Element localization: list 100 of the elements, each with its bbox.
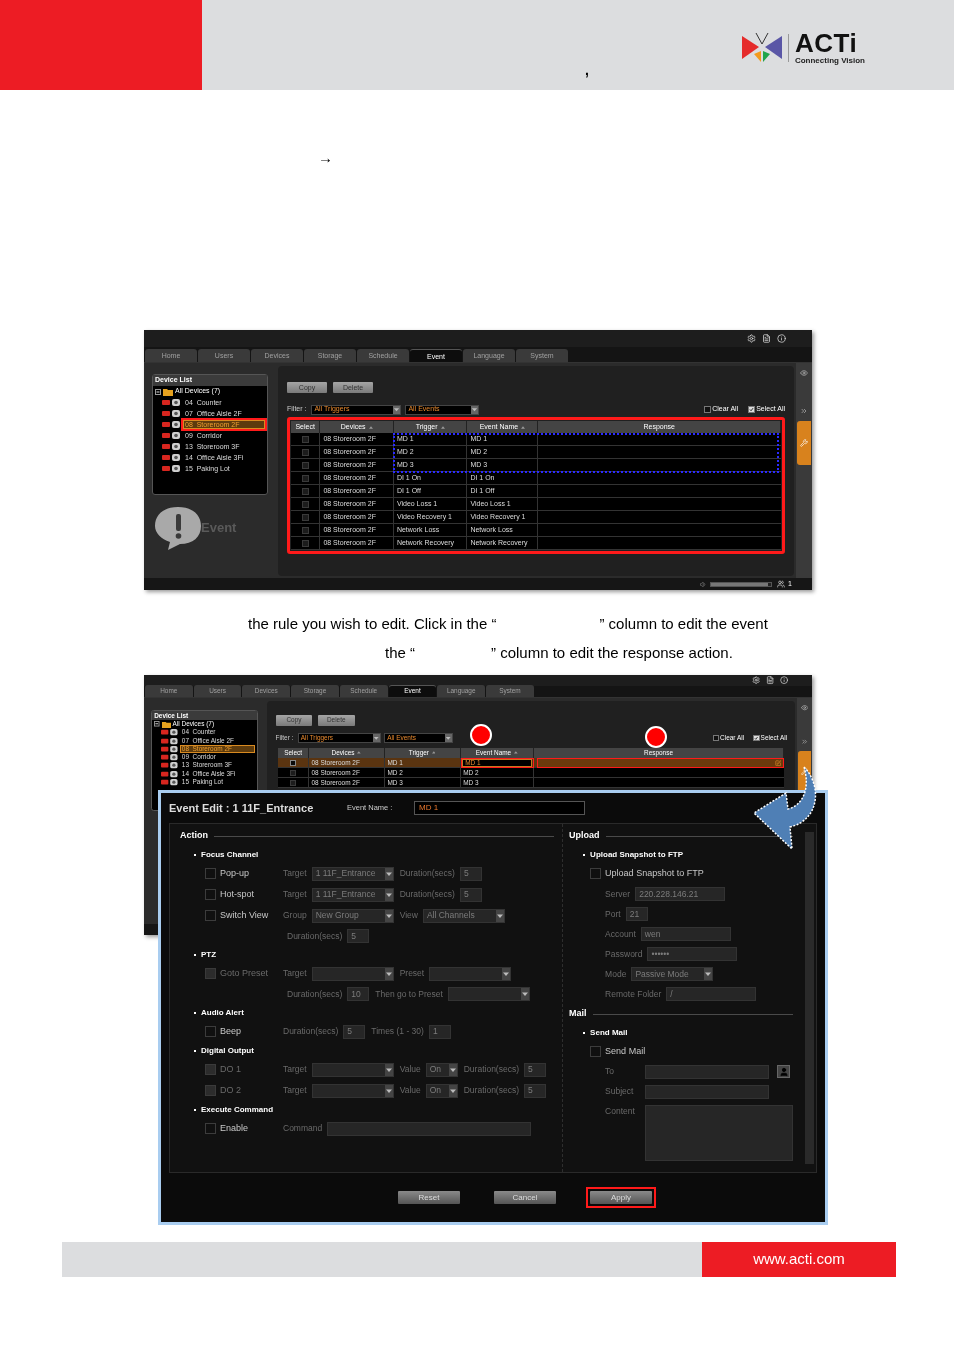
settings-icon[interactable]: [747, 334, 756, 343]
checkbox[interactable]: [704, 406, 712, 413]
dropdown[interactable]: 1 11F_Entrance: [311, 887, 394, 902]
number-field[interactable]: 21: [625, 907, 648, 921]
dropdown[interactable]: [311, 966, 394, 981]
number-field[interactable]: 1: [428, 1024, 451, 1039]
row-checkbox[interactable]: [289, 769, 297, 777]
text-field[interactable]: [645, 1085, 770, 1099]
document-icon[interactable]: [762, 334, 771, 343]
text-field[interactable]: wen: [640, 927, 731, 941]
field-label: Value: [399, 1084, 421, 1097]
row-checkbox[interactable]: [301, 500, 309, 508]
field-label: Value: [399, 1063, 421, 1076]
checkbox[interactable]: [205, 1026, 216, 1037]
option-label[interactable]: Upload Snapshot to FTP: [605, 866, 704, 881]
group-title: Execute Command: [201, 1103, 274, 1116]
dropdown[interactable]: [311, 1062, 394, 1077]
checkbox[interactable]: [205, 910, 216, 921]
collapse-icon[interactable]: [155, 388, 161, 395]
response-cell[interactable]: [536, 757, 785, 769]
dropdown[interactable]: [429, 966, 512, 981]
recording-camera-icon: [160, 761, 179, 770]
field-label: Duration(secs): [399, 867, 455, 880]
row-checkbox[interactable]: [301, 487, 309, 495]
dialog-button[interactable]: Reset: [398, 1191, 460, 1204]
field-label: Duration(secs): [399, 888, 455, 901]
checkbox[interactable]: [712, 734, 720, 742]
field-label: Duration(secs): [287, 987, 343, 1001]
recording-camera-icon: [162, 398, 182, 407]
contact-button[interactable]: [777, 1065, 791, 1078]
number-field[interactable]: 5: [347, 929, 370, 943]
recording-camera-icon: [162, 409, 182, 418]
text-field[interactable]: /: [666, 987, 757, 1001]
event-name-field[interactable]: MD 1: [414, 801, 585, 815]
field-label: Target: [283, 967, 307, 980]
option-label[interactable]: Switch View: [220, 908, 283, 923]
text-field[interactable]: [327, 1121, 532, 1136]
field-label: Target: [283, 1084, 307, 1097]
dropdown[interactable]: New Group: [311, 908, 394, 923]
scrollbar[interactable]: [805, 832, 814, 1164]
dropdown[interactable]: All Channels: [422, 908, 505, 923]
checkbox[interactable]: [590, 1046, 602, 1057]
checkbox[interactable]: [590, 868, 602, 879]
text-field[interactable]: ••••••: [647, 947, 738, 961]
checkbox[interactable]: [205, 889, 216, 900]
recording-camera-icon: [160, 736, 179, 745]
row-checkbox[interactable]: [301, 526, 309, 534]
number-field[interactable]: 5: [343, 1024, 366, 1039]
section-title: Action: [180, 829, 208, 843]
sort-icon: [431, 751, 436, 755]
dialog-button[interactable]: Cancel: [494, 1191, 556, 1204]
checkbox[interactable]: [753, 734, 760, 742]
row-checkbox[interactable]: [301, 435, 309, 443]
info-icon[interactable]: [777, 334, 786, 343]
volume-slider[interactable]: [710, 581, 773, 587]
dropdown[interactable]: 1 11F_Entrance: [311, 866, 394, 881]
recording-camera-icon: [160, 744, 179, 754]
text-field[interactable]: [645, 1065, 770, 1079]
row-checkbox[interactable]: [289, 779, 297, 787]
document-icon[interactable]: [765, 676, 775, 685]
dropdown[interactable]: Passive Mode: [631, 967, 714, 981]
row-checkbox[interactable]: [301, 539, 309, 547]
number-field[interactable]: 5: [459, 887, 482, 902]
row-checkbox[interactable]: [289, 759, 297, 767]
text-field[interactable]: 220.228.146.21: [635, 887, 726, 901]
header-text: ,: [585, 61, 589, 80]
dropdown[interactable]: [311, 1083, 394, 1098]
option-label[interactable]: Hot-spot: [220, 887, 283, 902]
option-label[interactable]: Send Mail: [605, 1044, 646, 1059]
logo-tagline: Connecting Vision: [794, 57, 865, 65]
checkbox[interactable]: [205, 1123, 216, 1134]
number-field[interactable]: 10: [347, 987, 370, 1001]
row-checkbox[interactable]: [301, 513, 309, 521]
dialog-button[interactable]: Apply: [590, 1191, 652, 1204]
number-field[interactable]: 5: [459, 866, 482, 881]
text-area[interactable]: [645, 1105, 794, 1161]
website-link[interactable]: www.acti.com: [753, 1248, 845, 1271]
info-icon[interactable]: [779, 676, 788, 685]
edit-icon[interactable]: [774, 759, 782, 767]
row-checkbox[interactable]: [301, 461, 309, 469]
checkbox[interactable]: [748, 406, 756, 413]
row-checkbox[interactable]: [301, 474, 309, 482]
sort-icon: [513, 751, 518, 755]
row-checkbox[interactable]: [301, 448, 309, 456]
dropdown[interactable]: [447, 987, 530, 1001]
tools-tab[interactable]: [797, 421, 811, 465]
settings-icon[interactable]: [752, 676, 761, 685]
dropdown-caret-icon: [520, 990, 529, 998]
option-label[interactable]: Enable: [220, 1121, 283, 1136]
collapse-icon[interactable]: [154, 721, 160, 727]
eye-icon[interactable]: [800, 369, 808, 377]
field-label: Times (1 - 30): [371, 1025, 424, 1038]
option-label[interactable]: Beep: [220, 1024, 283, 1039]
option-label[interactable]: Pop-up: [220, 866, 283, 881]
fast-forward-icon[interactable]: [800, 407, 808, 415]
eye-icon[interactable]: [800, 703, 809, 711]
fast-forward-icon[interactable]: [800, 738, 809, 746]
dropdown-caret-icon: [704, 970, 713, 978]
volume-icon[interactable]: [700, 580, 708, 588]
checkbox[interactable]: [205, 868, 216, 879]
